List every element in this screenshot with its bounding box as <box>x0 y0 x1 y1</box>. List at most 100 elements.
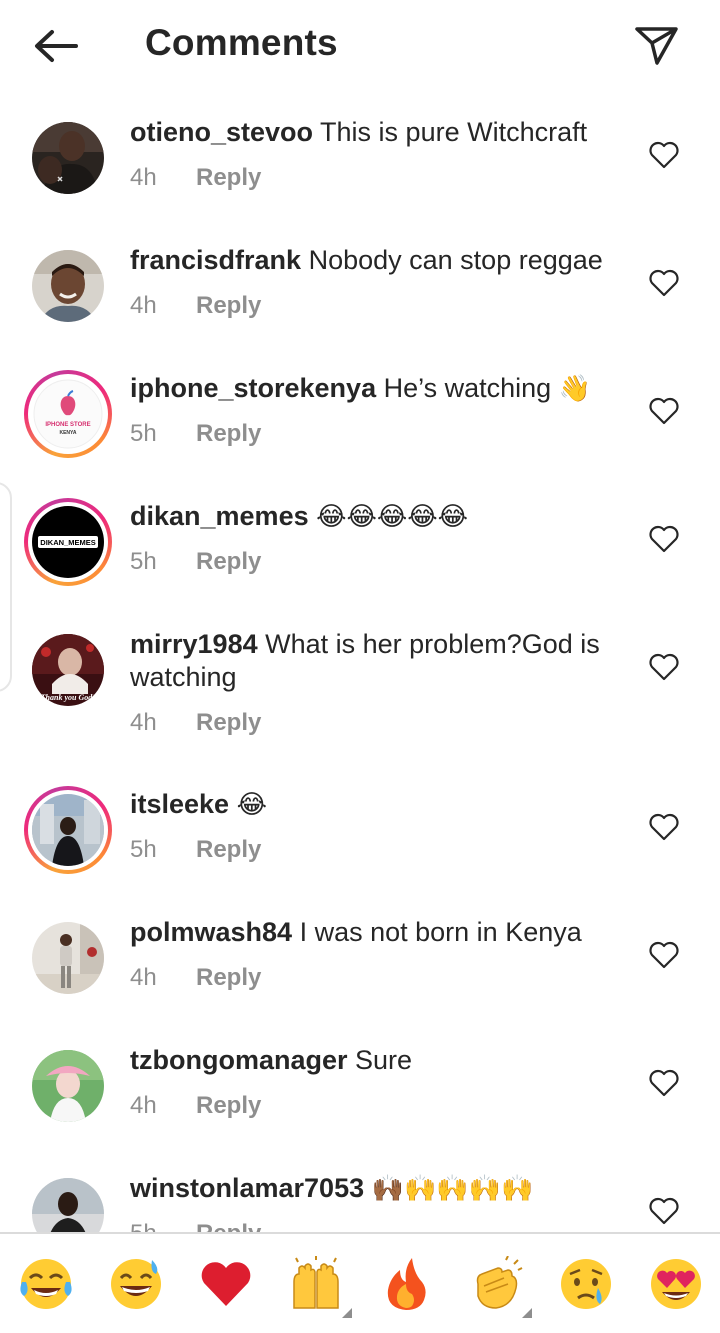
comment-body: francisdfrank Nobody can stop reggae <box>130 244 620 277</box>
comment-text: He’s watching <box>383 373 552 403</box>
comment-item: DIKAN_MEMES dikan_memes 😂😂😂😂😂 5h Reply <box>0 476 720 604</box>
comment-meta: 5h Reply <box>130 836 261 864</box>
comment-item: polmwash84 I was not born in Kenya 4h Rep… <box>0 892 720 1020</box>
comment-body: dikan_memes 😂😂😂😂😂 <box>130 500 620 534</box>
clapping-hands-icon <box>476 1255 523 1309</box>
grinning-sweat-emoji-button[interactable] <box>108 1256 164 1312</box>
comment-username[interactable]: francisdfrank <box>130 245 301 275</box>
comment-meta: 4h Reply <box>130 964 261 992</box>
comment-time: 4h <box>130 164 157 191</box>
avatar[interactable] <box>32 1050 104 1122</box>
heart-icon[interactable] <box>648 940 680 970</box>
face-with-tears-of-joy-icon <box>20 1259 72 1309</box>
comment-time: 4h <box>130 1092 157 1119</box>
comment-time: 5h <box>130 836 157 863</box>
comment-item: otieno_stevoo This is pure Witchcraft 4h… <box>0 92 720 220</box>
heart-icon[interactable] <box>648 140 680 170</box>
comment-meta: 4h Reply <box>130 1092 261 1120</box>
comment-time: 4h <box>130 709 157 736</box>
comment-username[interactable]: tzbongomanager <box>130 1045 348 1075</box>
comment-item: tzbongomanager Sure 4h Reply <box>0 1020 720 1148</box>
side-panel-handle[interactable] <box>0 482 12 692</box>
comment-meta: 5hReply <box>130 1220 261 1232</box>
heart-eyes-emoji-button[interactable] <box>648 1256 704 1312</box>
raising-hands-emoji: 🙌🏾🙌🙌🙌🙌 <box>371 1174 534 1204</box>
comment-username[interactable]: itsleeke <box>130 789 229 819</box>
avatar[interactable] <box>32 122 104 194</box>
comment-body: winstonlamar7053 🙌🏾🙌🙌🙌🙌 <box>130 1172 620 1206</box>
comment-text: I was not born in Kenya <box>299 917 582 947</box>
heart-icon[interactable] <box>648 396 680 426</box>
reply-button[interactable]: Reply <box>196 420 261 447</box>
sad-but-relieved-face-icon <box>561 1259 611 1309</box>
avatar[interactable]: Thank you God! <box>32 634 104 706</box>
comment-time: 4h <box>130 292 157 319</box>
comment-item: IPHONE STORE KENYA iphone_storekenya He’… <box>0 348 720 476</box>
reply-button[interactable]: Reply <box>196 164 261 191</box>
comment-username[interactable]: otieno_stevoo <box>130 117 313 147</box>
comment-meta: 4h Reply <box>130 292 261 320</box>
reply-button[interactable]: Reply <box>196 836 261 863</box>
comment-item: Thank you God! mirry1984 What is her pro… <box>0 604 720 764</box>
avatar-caption: DIKAN_MEMES <box>40 538 95 547</box>
heart-icon[interactable] <box>648 652 680 682</box>
reply-button[interactable]: Reply <box>196 964 261 991</box>
avatar: IPHONE STORE KENYA <box>32 378 104 450</box>
skin-tone-indicator <box>522 1308 532 1318</box>
comment-username[interactable]: winstonlamar7053 <box>130 1173 364 1203</box>
avatar-story-ring[interactable]: DIKAN_MEMES <box>24 498 112 586</box>
avatar[interactable] <box>32 250 104 322</box>
avatar-story-ring[interactable]: IPHONE STORE KENYA <box>24 370 112 458</box>
back-button[interactable] <box>30 24 82 68</box>
clapping-hands-emoji-button[interactable] <box>468 1255 532 1318</box>
heart-icon[interactable] <box>648 268 680 298</box>
reply-button[interactable]: Reply <box>196 1220 261 1232</box>
skin-tone-indicator <box>342 1308 352 1318</box>
avatar-story-ring[interactable] <box>24 786 112 874</box>
heart-icon[interactable] <box>648 812 680 842</box>
reply-button[interactable]: Reply <box>196 548 261 575</box>
avatar-caption: KENYA <box>59 430 76 436</box>
heart-icon[interactable] <box>648 524 680 554</box>
comment-username[interactable]: polmwash84 <box>130 917 292 947</box>
comment-username[interactable]: iphone_storekenya <box>130 373 376 403</box>
comment-time: 4h <box>130 964 157 991</box>
comment-body: otieno_stevoo This is pure Witchcraft <box>130 116 620 149</box>
waving-hand-emoji: 👋 <box>558 374 592 404</box>
fire-emoji-button[interactable] <box>378 1256 434 1312</box>
arrow-left-icon <box>35 30 78 62</box>
comment-body: itsleeke 😂 <box>130 788 620 822</box>
tears-of-joy-emoji: 😂😂😂😂😂 <box>316 502 469 532</box>
comment-body: polmwash84 I was not born in Kenya <box>130 916 620 949</box>
red-heart-emoji-button[interactable] <box>198 1256 254 1312</box>
tears-of-joy-emoji-button[interactable] <box>18 1256 74 1312</box>
comment-time: 5h <box>130 420 157 447</box>
comment-meta: 4h Reply <box>130 164 261 192</box>
reply-button[interactable]: Reply <box>196 1092 261 1119</box>
comment-username[interactable]: dikan_memes <box>130 501 309 531</box>
comment-text: Sure <box>355 1045 413 1075</box>
heart-icon[interactable] <box>648 1196 680 1226</box>
reply-button[interactable]: Reply <box>196 292 261 319</box>
avatar[interactable] <box>32 922 104 994</box>
paper-plane-icon <box>635 27 678 65</box>
share-button[interactable] <box>630 22 682 68</box>
smiling-face-with-heart-eyes-icon <box>651 1259 701 1309</box>
heart-icon[interactable] <box>648 1068 680 1098</box>
avatar[interactable] <box>32 1178 104 1232</box>
comment-username[interactable]: mirry1984 <box>130 629 258 659</box>
comment-time: 5h <box>130 548 157 575</box>
raising-hands-emoji-button[interactable] <box>288 1256 352 1318</box>
grinning-face-with-sweat-icon <box>111 1259 161 1309</box>
comment-text: Nobody can stop reggae <box>308 245 603 275</box>
comment-list[interactable]: otieno_stevoo This is pure Witchcraft 4h… <box>0 92 720 1232</box>
comment-item: francisdfrank Nobody can stop reggae 4h R… <box>0 220 720 348</box>
raising-hands-icon <box>293 1256 339 1309</box>
reply-button[interactable]: Reply <box>196 709 261 736</box>
sad-relieved-emoji-button[interactable] <box>558 1256 614 1312</box>
comment-body: mirry1984 What is her problem?God is wat… <box>130 628 620 694</box>
fire-icon <box>387 1258 426 1310</box>
avatar <box>32 794 104 866</box>
comment-body: iphone_storekenya He’s watching 👋 <box>130 372 620 406</box>
comment-body: tzbongomanager Sure <box>130 1044 620 1077</box>
